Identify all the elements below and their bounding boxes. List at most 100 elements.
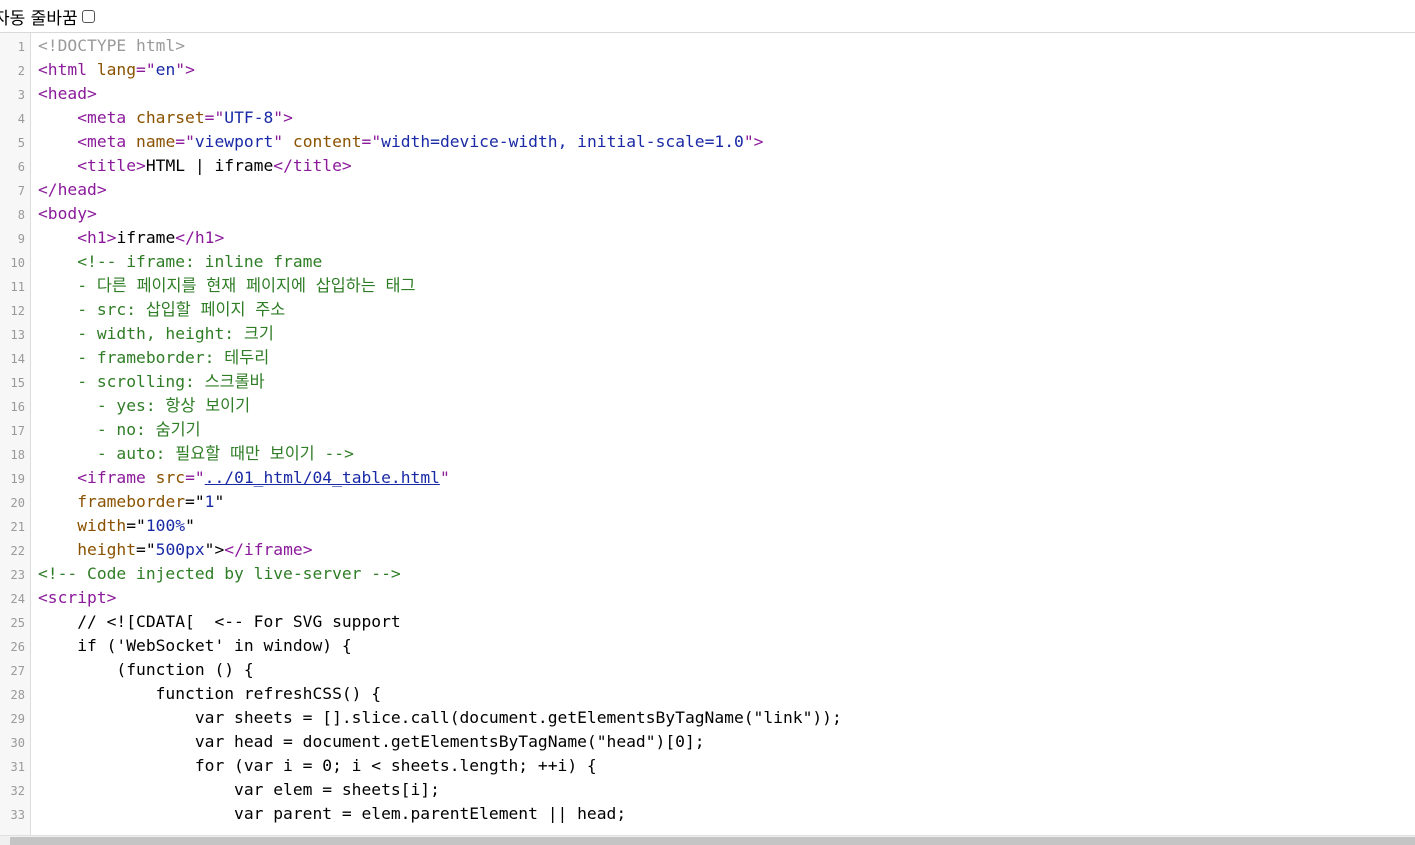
line-code: <html lang="en">	[38, 58, 195, 82]
code-token: "	[273, 132, 293, 151]
line-number: 20	[10, 496, 25, 510]
line-code: height="500px"></iframe>	[38, 538, 313, 562]
scrollbar-thumb[interactable]	[10, 837, 1415, 845]
line-number: 27	[10, 664, 25, 678]
line-number: 18	[10, 448, 25, 462]
code-token: ">	[743, 132, 764, 151]
code-line: 16 - yes: 항상 보이기	[0, 394, 1415, 418]
code-line: 5 <meta name="viewport" content="width=d…	[0, 130, 1415, 154]
code-line: 29 var sheets = [].slice.call(document.g…	[0, 706, 1415, 730]
line-code: - no: 숨기기	[38, 418, 201, 442]
code-token: en	[155, 60, 176, 79]
line-number: 2	[17, 64, 25, 78]
code-token: ">	[273, 108, 293, 127]
line-code: function refreshCSS() {	[38, 682, 381, 706]
line-number: 14	[10, 352, 25, 366]
code-token: - auto: 필요할 때만 보이기 -->	[38, 444, 354, 463]
code-line: 25 // <![CDATA[ <-- For SVG support	[0, 610, 1415, 634]
code-line: 26 if ('WebSocket' in window) {	[0, 634, 1415, 658]
line-code: <script>	[38, 586, 116, 610]
line-number: 22	[10, 544, 25, 558]
code-token: (function () {	[38, 660, 254, 679]
code-token: "	[185, 516, 195, 535]
code-line: 7 </head>	[0, 178, 1415, 202]
line-number: 12	[10, 304, 25, 318]
code-token: - frameborder: 테두리	[38, 348, 270, 367]
line-code: var sheets = [].slice.call(document.getE…	[38, 706, 842, 730]
code-token: width	[77, 516, 127, 535]
code-token: ="	[136, 540, 156, 559]
code-line: 28 function refreshCSS() {	[0, 682, 1415, 706]
line-code: <!-- iframe: inline frame	[38, 250, 322, 274]
code-token: ="	[204, 108, 225, 127]
code-line: 21 width="100%"	[0, 514, 1415, 538]
code-token: - src: 삽입할 페이지 주소	[38, 300, 286, 319]
horizontal-scrollbar[interactable]	[0, 835, 1415, 845]
code-token: frameborder	[77, 492, 186, 511]
code-token: <!-- iframe: inline frame	[38, 252, 323, 271]
code-token: - width, height: 크기	[38, 324, 274, 343]
code-token: var head = document.getElementsByTagName…	[38, 732, 705, 751]
line-code: if ('WebSocket' in window) {	[38, 634, 352, 658]
code-line: 31 for (var i = 0; i < sheets.length; ++…	[0, 754, 1415, 778]
toolbar: 자동 줄바꿈	[0, 0, 1415, 33]
code-token: HTML | iframe	[145, 156, 274, 175]
line-code: <meta charset="UTF-8">	[38, 106, 293, 130]
code-token: <script>	[38, 588, 117, 607]
line-number: 26	[10, 640, 25, 654]
word-wrap-option[interactable]: 자동 줄바꿈	[0, 4, 95, 29]
line-code: width="100%"	[38, 514, 195, 538]
line-number: 6	[17, 160, 25, 174]
code-line: 14 - frameborder: 테두리	[0, 346, 1415, 370]
code-line: 2 <html lang="en">	[0, 58, 1415, 82]
code-token: height	[77, 540, 137, 559]
line-number: 8	[17, 208, 25, 222]
line-number: 3	[17, 88, 25, 102]
code-line: 12 - src: 삽입할 페이지 주소	[0, 298, 1415, 322]
code-line: 4 <meta charset="UTF-8">	[0, 106, 1415, 130]
code-token: ="	[185, 492, 205, 511]
code-line: 13 - width, height: 크기	[0, 322, 1415, 346]
line-code: frameborder="1"	[38, 490, 224, 514]
code-token: - scrolling: 스크롤바	[38, 372, 265, 391]
code-token: 500px	[155, 540, 205, 559]
code-token: if ('WebSocket' in window) {	[38, 636, 352, 655]
code-token: ">	[175, 60, 195, 79]
code-line: 9 <h1>iframe</h1>	[0, 226, 1415, 250]
line-number: 13	[10, 328, 25, 342]
code-token: <head>	[38, 84, 97, 103]
code-token: <meta	[77, 132, 137, 151]
code-token: lang	[96, 60, 137, 79]
code-token: ="	[175, 132, 195, 151]
line-code: <head>	[38, 82, 97, 106]
word-wrap-checkbox[interactable]	[81, 9, 95, 23]
code-token: function refreshCSS() {	[38, 684, 382, 703]
code-line: 6 <title>HTML | iframe</title>	[0, 154, 1415, 178]
line-code: <meta name="viewport" content="width=dev…	[38, 130, 763, 154]
code-token: <html	[38, 60, 97, 79]
code-token: </iframe>	[224, 540, 313, 559]
code-line: 33 var parent = elem.parentElement || he…	[0, 802, 1415, 826]
code-line: 27 (function () {	[0, 658, 1415, 682]
code-line: 24 <script>	[0, 586, 1415, 610]
line-number: 7	[17, 184, 25, 198]
line-code: <body>	[38, 202, 97, 226]
line-number: 17	[10, 424, 25, 438]
line-code: - scrolling: 스크롤바	[38, 370, 265, 394]
line-number: 15	[10, 376, 25, 390]
code-token: - yes: 항상 보이기	[38, 396, 251, 415]
line-number: 10	[10, 256, 25, 270]
code-line: 20 frameborder="1"	[0, 490, 1415, 514]
code-token: <iframe	[77, 468, 156, 487]
line-code: - yes: 항상 보이기	[38, 394, 250, 418]
line-code: - 다른 페이지를 현재 페이지에 삽입하는 태그	[38, 274, 415, 298]
code-token: </title>	[273, 156, 352, 175]
code-token: <!DOCTYPE html>	[38, 36, 186, 55]
line-code: - auto: 필요할 때만 보이기 -->	[38, 442, 354, 466]
source-link[interactable]: ../01_html/04_table.html	[205, 468, 440, 487]
